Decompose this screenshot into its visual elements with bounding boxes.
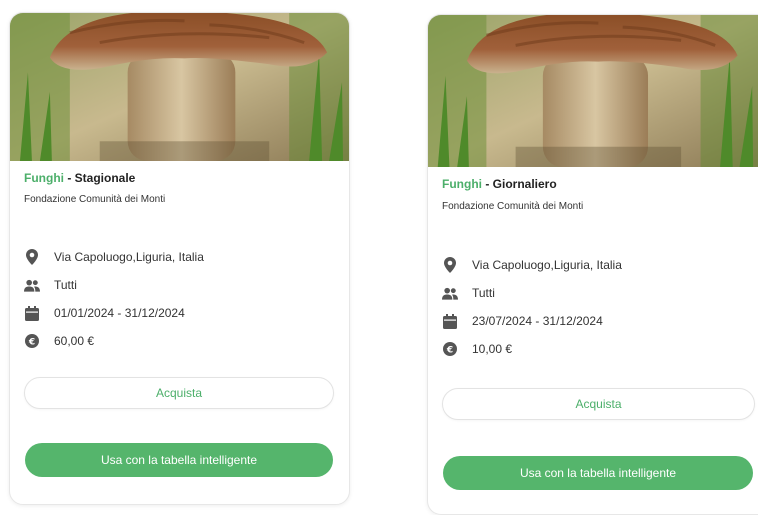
location-pin-icon [24,249,40,265]
audience-row: Tutti [442,279,749,307]
price-row: € 60,00 € [24,327,339,355]
location-pin-icon [442,257,458,273]
smart-table-button[interactable]: Usa con la tabella intelligente [25,443,333,477]
ticket-details: Via Capoluogo,Liguria, Italia Tutti 23/0… [442,251,749,363]
buy-button[interactable]: Acquista [442,388,755,420]
mushroom-photo [428,15,758,167]
ticket-type: Giornaliero [492,177,557,191]
location-text: Via Capoluogo,Liguria, Italia [54,250,204,264]
euro-icon: € [24,333,40,349]
calendar-icon [24,305,40,321]
dates-row: 23/07/2024 - 31/12/2024 [442,307,749,335]
location-text: Via Capoluogo,Liguria, Italia [472,258,622,272]
ticket-details: Via Capoluogo,Liguria, Italia Tutti 01/0… [24,243,339,355]
location-row: Via Capoluogo,Liguria, Italia [24,243,339,271]
title-separator: - [63,171,75,185]
audience-text: Tutti [54,278,77,292]
audience-row: Tutti [24,271,339,299]
mushroom-photo [10,13,349,161]
svg-text:€: € [28,338,35,348]
dates-text: 01/01/2024 - 31/12/2024 [54,306,185,320]
people-icon [442,285,458,301]
calendar-icon [442,313,458,329]
price-text: 60,00 € [54,334,95,348]
category-label: Funghi [24,171,64,185]
euro-icon: € [442,341,458,357]
location-row: Via Capoluogo,Liguria, Italia [442,251,749,279]
organization-name: Fondazione Comunità dei Monti [24,194,166,205]
smart-table-button[interactable]: Usa con la tabella intelligente [443,456,753,490]
audience-text: Tutti [472,286,495,300]
price-text: 10,00 € [472,342,513,356]
product-card-seasonal: Funghi - Stagionale Fondazione Comunità … [9,12,350,505]
ticket-title: Funghi - Stagionale [24,171,135,185]
title-separator: - [481,177,493,191]
people-icon [24,277,40,293]
category-label: Funghi [442,177,482,191]
svg-text:€: € [446,346,453,356]
ticket-title: Funghi - Giornaliero [442,177,557,191]
organization-name: Fondazione Comunità dei Monti [442,201,584,212]
dates-row: 01/01/2024 - 31/12/2024 [24,299,339,327]
ticket-type: Stagionale [74,171,136,185]
buy-button[interactable]: Acquista [24,377,334,409]
price-row: € 10,00 € [442,335,749,363]
dates-text: 23/07/2024 - 31/12/2024 [472,314,603,328]
product-card-daily: Funghi - Giornaliero Fondazione Comunità… [427,14,758,515]
